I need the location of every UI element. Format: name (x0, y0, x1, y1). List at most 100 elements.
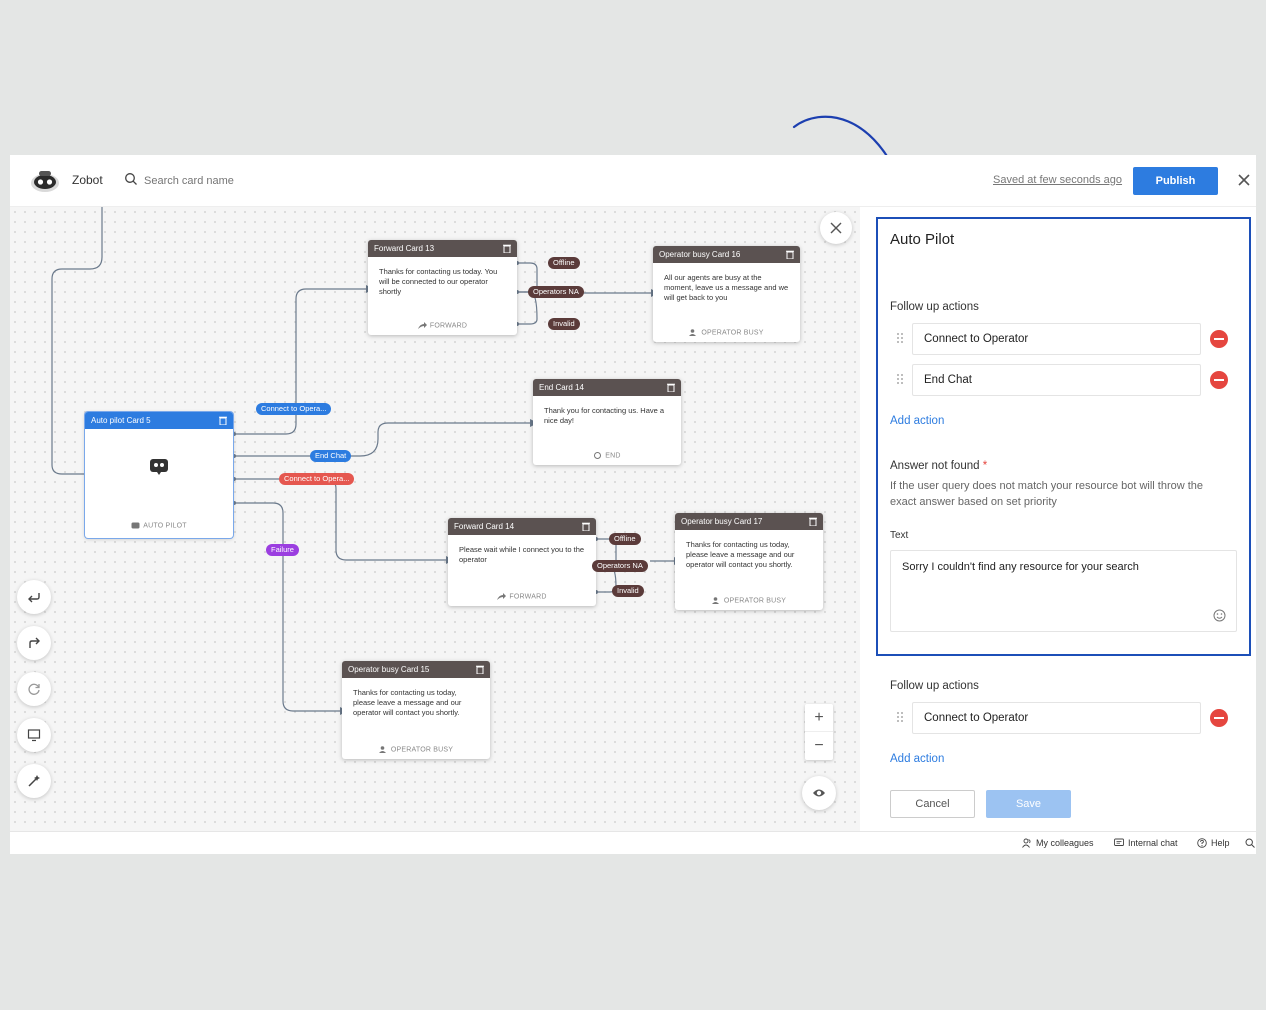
card-type-label: FORWARD (429, 322, 468, 329)
card-message: Thanks for contacting us today, please l… (353, 688, 462, 718)
flow-card-operator-busy-16[interactable]: Operator busy Card 16 All our agents are… (653, 246, 800, 342)
zoom-controls: + − (805, 704, 833, 760)
branch-connect-to-operator-2[interactable]: Connect to Opera... (279, 473, 355, 485)
view-toggle-button[interactable] (802, 776, 836, 810)
drag-handle-icon[interactable] (896, 711, 904, 725)
card-header: Forward Card 13 (368, 240, 517, 257)
flow-card-operator-busy-17[interactable]: Operator busy Card 17 Thanks for contact… (675, 513, 823, 610)
help-link[interactable]: Help (1197, 838, 1230, 848)
card-header: Operator busy Card 17 (675, 513, 823, 530)
zoom-in-button[interactable]: + (805, 704, 833, 732)
preview-button[interactable] (17, 718, 51, 752)
trash-icon[interactable] (219, 416, 227, 425)
flow-card-forward-14[interactable]: Forward Card 14 Please wait while I conn… (448, 518, 596, 606)
trash-icon[interactable] (582, 522, 590, 531)
forward-icon (497, 592, 507, 600)
drag-handle-icon[interactable] (896, 332, 904, 346)
undo-button[interactable] (17, 580, 51, 614)
publish-button[interactable]: Publish (1133, 167, 1218, 195)
card-header: Operator busy Card 16 (653, 246, 800, 263)
branch-offline-2[interactable]: Offline (609, 533, 641, 545)
drag-handle-icon[interactable] (896, 373, 904, 387)
trash-icon[interactable] (786, 250, 794, 259)
search-card-input[interactable] (144, 171, 304, 191)
card-header: End Card 14 (533, 379, 681, 396)
help-label: Help (1211, 838, 1230, 848)
trash-icon[interactable] (503, 244, 511, 253)
bot-icon (150, 459, 168, 475)
action-field[interactable]: End Chat (912, 364, 1201, 396)
save-button[interactable]: Save (986, 790, 1071, 818)
trash-icon[interactable] (667, 383, 675, 392)
action-field[interactable]: Connect to Operator (912, 702, 1201, 734)
branch-end-chat[interactable]: End Chat (310, 450, 352, 462)
internal-chat-link[interactable]: Internal chat (1114, 838, 1178, 848)
app-name: Zobot (72, 173, 103, 187)
branch-invalid[interactable]: Invalid (548, 318, 580, 330)
card-type: END (533, 451, 681, 459)
flow-card-auto-pilot-5[interactable]: Auto pilot Card 5 AUTO PILOT (85, 412, 233, 538)
card-message: Thanks for contacting us today. You will… (379, 267, 498, 297)
my-colleagues-link[interactable]: My colleagues (1022, 838, 1094, 848)
answer-not-found-label: Answer not found * (890, 460, 987, 472)
card-title: Forward Card 14 (454, 522, 515, 531)
magic-button[interactable] (17, 764, 51, 798)
follow-up-label: Follow up actions (890, 301, 979, 313)
panel-title: Auto Pilot (890, 231, 955, 248)
refresh-icon (28, 683, 40, 695)
close-icon[interactable] (1236, 172, 1252, 188)
search-icon[interactable] (1245, 838, 1255, 848)
zoom-out-button[interactable]: − (805, 732, 833, 760)
redo-button[interactable] (17, 626, 51, 660)
card-type: OPERATOR BUSY (675, 596, 823, 604)
action-field[interactable]: Connect to Operator (912, 323, 1201, 355)
card-type-label: OPERATOR BUSY (723, 597, 787, 604)
bot-small-icon (131, 522, 140, 529)
card-type-label: OPERATOR BUSY (701, 329, 764, 336)
remove-action-icon[interactable] (1210, 330, 1228, 348)
branch-operators-na[interactable]: Operators NA (528, 286, 584, 298)
card-title: Operator busy Card 15 (348, 665, 430, 674)
card-type: FORWARD (448, 592, 596, 600)
branch-failure[interactable]: Failure (266, 544, 299, 556)
card-type-label: AUTO PILOT (143, 522, 187, 529)
branch-connect-to-operator[interactable]: Connect to Opera... (256, 403, 332, 415)
response-text-area[interactable]: Sorry I couldn't find any resource for y… (890, 550, 1237, 632)
emoji-icon[interactable] (1213, 609, 1226, 622)
card-message: Please wait while I connect you to the o… (459, 545, 585, 565)
card-message: Thanks for contacting us today, please l… (686, 540, 795, 570)
canvas-close-button[interactable] (820, 212, 852, 244)
flow-card-end-14[interactable]: End Card 14 Thank you for contacting us.… (533, 379, 681, 465)
my-colleagues-label: My colleagues (1036, 838, 1094, 848)
add-action-link[interactable]: Add action (890, 415, 944, 427)
card-header: Forward Card 14 (448, 518, 596, 535)
remove-action-icon[interactable] (1210, 371, 1228, 389)
follow-up-action-row: End Chat (890, 364, 1230, 396)
internal-chat-label: Internal chat (1128, 838, 1178, 848)
operator-icon (689, 328, 697, 336)
saved-status-link[interactable]: Saved at few seconds ago (993, 174, 1122, 186)
follow-up-action-row: Connect to Operator (890, 702, 1230, 734)
card-title: Operator busy Card 17 (681, 517, 763, 526)
card-type-label: OPERATOR BUSY (390, 746, 454, 753)
cancel-button[interactable]: Cancel (890, 790, 975, 818)
branch-operators-na-2[interactable]: Operators NA (592, 560, 648, 572)
branch-invalid-2[interactable]: Invalid (612, 585, 644, 597)
eye-icon (813, 789, 825, 797)
add-action-link-2[interactable]: Add action (890, 753, 944, 765)
card-message: Thank you for contacting us. Have a nice… (544, 406, 665, 426)
operator-icon (378, 745, 386, 753)
flow-card-forward-13[interactable]: Forward Card 13 Thanks for contacting us… (368, 240, 517, 335)
redo-icon (29, 637, 40, 648)
trash-icon[interactable] (809, 517, 817, 526)
branch-offline[interactable]: Offline (548, 257, 580, 269)
forward-icon (417, 321, 427, 329)
card-type-label: END (605, 452, 621, 459)
flow-canvas[interactable]: Forward Card 13 Thanks for contacting us… (10, 207, 860, 831)
remove-action-icon[interactable] (1210, 709, 1228, 727)
text-label: Text (890, 530, 909, 541)
trash-icon[interactable] (476, 665, 484, 674)
operator-icon (711, 596, 719, 604)
flow-card-operator-busy-15[interactable]: Operator busy Card 15 Thanks for contact… (342, 661, 490, 759)
reset-button[interactable] (17, 672, 51, 706)
